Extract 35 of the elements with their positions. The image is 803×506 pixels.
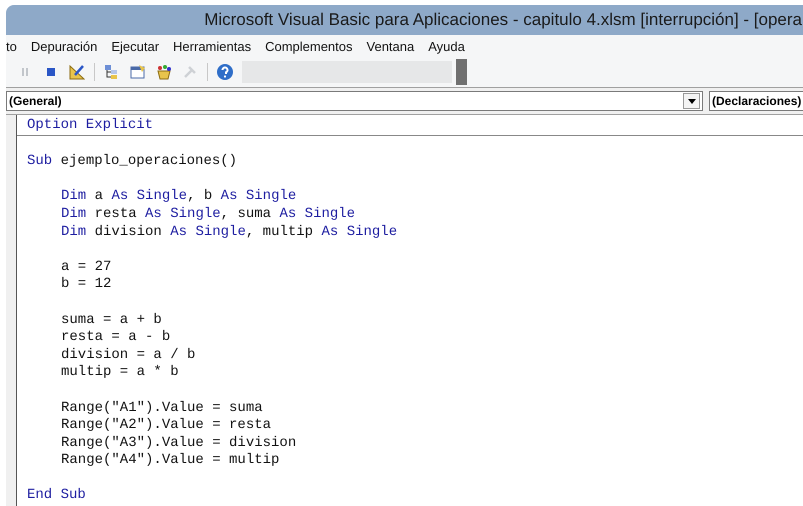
- pause-icon: [21, 68, 29, 76]
- code-line: Sub ejemplo_operaciones(): [27, 153, 238, 170]
- help-icon: [216, 63, 234, 81]
- menu-item[interactable]: Ventana: [360, 38, 422, 54]
- procedure-dropdown[interactable]: (Declaraciones): [709, 91, 803, 111]
- object-browser-icon: [156, 64, 172, 80]
- menu-item[interactable]: Herramientas: [166, 38, 258, 54]
- menu-item[interactable]: to: [6, 38, 24, 54]
- properties-window-icon: [130, 64, 146, 80]
- menu-item[interactable]: Complementos: [258, 38, 360, 54]
- code-line: Range("A1").Value = suma: [61, 400, 263, 418]
- code-line: Dim resta As Single, suma As Single: [61, 206, 356, 224]
- object-dropdown[interactable]: (General): [6, 91, 703, 111]
- ruler-pencil-icon: [69, 64, 85, 80]
- project-tree-icon: [104, 64, 120, 80]
- code-line: Range("A2").Value = resta: [61, 417, 272, 435]
- code-line: b = 12: [61, 276, 112, 294]
- code-line: Option Explicit: [27, 117, 154, 133]
- toolbar-button[interactable]: [214, 61, 236, 83]
- hammer-icon: [183, 65, 197, 79]
- code-line: End Sub: [27, 487, 86, 504]
- stop-icon: [47, 68, 55, 76]
- window-title: Microsoft Visual Basic para Aplicaciones - capitulo 4.xlsm [interrupción] - [opera: [204, 10, 802, 30]
- code-line: Range("A4").Value = multip: [61, 452, 280, 470]
- code-line: resta = a - b: [61, 329, 170, 347]
- menu-item[interactable]: Ayuda: [421, 38, 472, 54]
- code-line: Dim division As Single, multip As Single: [61, 224, 398, 242]
- code-line: division = a / b: [61, 346, 196, 364]
- code-line: suma = a + b: [61, 312, 162, 330]
- code-line: Dim a As Single, b As Single: [61, 188, 296, 206]
- menu-item[interactable]: Ejecutar: [104, 38, 166, 54]
- menu-item[interactable]: Depuración: [24, 38, 104, 54]
- code-line: multip = a * b: [61, 364, 179, 382]
- code-line: Range("A3").Value = division: [61, 434, 296, 452]
- code-line: a = 27: [61, 258, 112, 276]
